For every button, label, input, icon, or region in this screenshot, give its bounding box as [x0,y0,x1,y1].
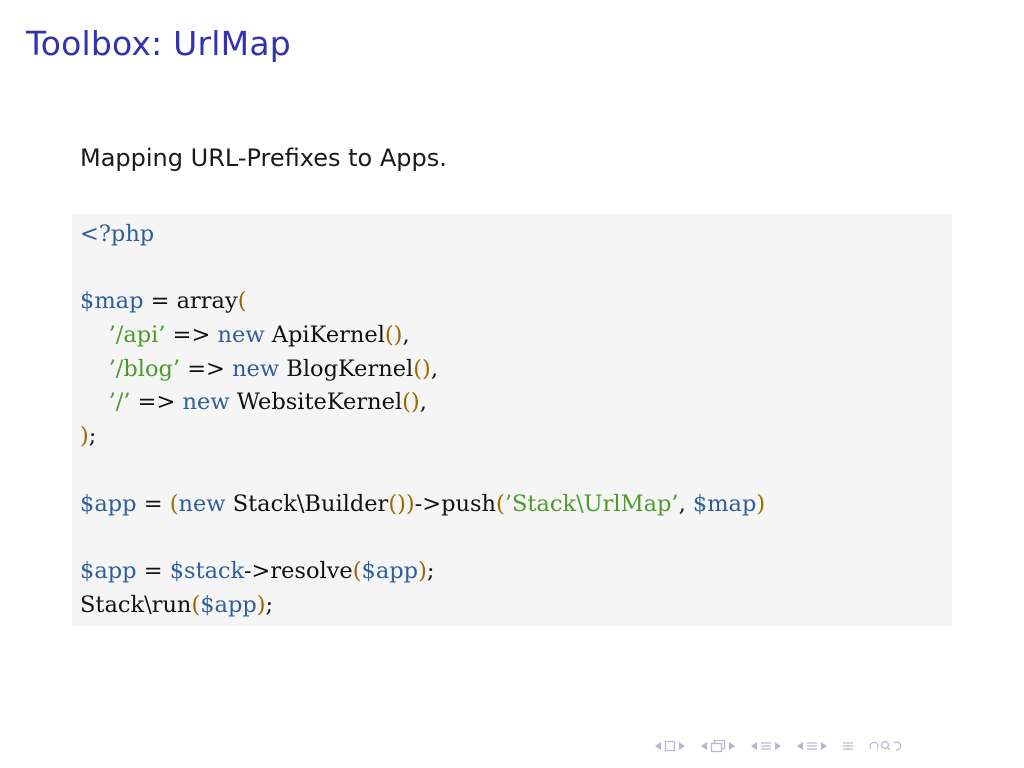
code-line: ); [80,420,952,454]
code-line: ’/api’ => new ApiKernel(), [80,319,952,353]
code-token: $app [200,591,257,618]
code-token: ->push [414,490,497,517]
code-token: $app [80,557,137,584]
subsection-icon[interactable] [710,739,726,753]
section-icon[interactable] [760,740,772,752]
code-token: ( [237,288,247,315]
code-token: ) [256,591,266,618]
code-token: () [384,322,403,349]
code-token: new [232,355,280,382]
code-token: Stack\Builder [225,490,389,517]
code-token: ’Stack\UrlMap’ [504,490,679,517]
code-line: <?php [80,218,952,252]
search-nav [868,739,902,753]
code-token: Stack\run [80,591,192,618]
subsubsection-icon[interactable] [806,740,818,752]
beamer-navigation [654,739,916,753]
code-token: ( [496,490,505,517]
code-token: <?php [80,221,155,247]
code-token: , [419,389,427,416]
code-token: ( [352,557,362,584]
align-nav [842,740,854,752]
code-line: ’/’ => new WebsiteKernel(), [80,386,952,420]
section-next-icon[interactable] [774,740,782,752]
code-token: ’/blog’ [108,355,181,382]
code-token: ) [80,423,89,450]
subsubsection-prev-icon[interactable] [796,740,804,752]
code-token: = [136,490,170,517]
code-token: $app [361,557,419,584]
code-token: ; [265,591,274,618]
code-line: ’/blog’ => new BlogKernel(), [80,353,952,387]
code-token: , [678,490,693,517]
code-token: => [130,389,183,416]
code-line: $app = (new Stack\Builder())->push(’Stac… [80,488,952,522]
frame-nav [654,740,686,752]
slide-subtitle: Mapping URL-Prefixes to Apps. [80,144,447,172]
code-token: = [136,557,170,584]
subsection-prev-icon[interactable] [700,740,708,752]
code-token: ; [426,557,435,584]
subsubsection-next-icon[interactable] [820,740,828,752]
code-token: ->resolve [243,557,353,584]
code-token: ) [756,490,766,517]
code-token: $map [692,490,757,517]
code-token: ()) [388,490,415,517]
frame-box-icon[interactable] [664,740,676,752]
code-token: , [430,355,438,382]
code-token: ’/api’ [108,322,166,349]
code-token: BlogKernel [279,355,414,382]
frame-prev-icon[interactable] [654,740,662,752]
code-token: => [165,322,218,349]
code-token: () [413,355,431,382]
slide-title: Toolbox: UrlMap [26,24,291,63]
code-token: new [217,322,265,349]
subsection-nav [700,739,736,753]
code-block: <?php $map = array( ’/api’ => new ApiKern… [72,214,952,626]
code-token: WebsiteKernel [229,389,403,416]
code-token: ; [88,423,97,450]
code-token: ( [169,490,179,517]
frame-next-icon[interactable] [678,740,686,752]
subsubsection-nav [796,740,828,752]
code-token: = array [143,288,238,315]
code-token: ApiKernel [264,322,385,349]
code-token: $app [80,490,137,517]
code-token: ’/’ [108,389,131,416]
code-line: $app = $stack->resolve($app); [80,555,952,589]
code-token: () [402,389,420,416]
subsection-next-icon[interactable] [728,740,736,752]
section-nav [750,740,782,752]
code-token: ( [191,591,201,618]
code-token: ) [418,557,427,584]
code-token: => [180,355,233,382]
code-line: $map = array( [80,285,952,319]
section-prev-icon[interactable] [750,740,758,752]
align-icon[interactable] [842,740,854,752]
code-line: Stack\run($app); [80,589,952,623]
code-token: $stack [169,557,244,584]
code-token: $map [80,288,144,315]
code-token: , [402,322,410,349]
search-loop-icon[interactable] [868,739,902,753]
code-token: new [182,389,230,416]
code-token: new [178,490,226,517]
